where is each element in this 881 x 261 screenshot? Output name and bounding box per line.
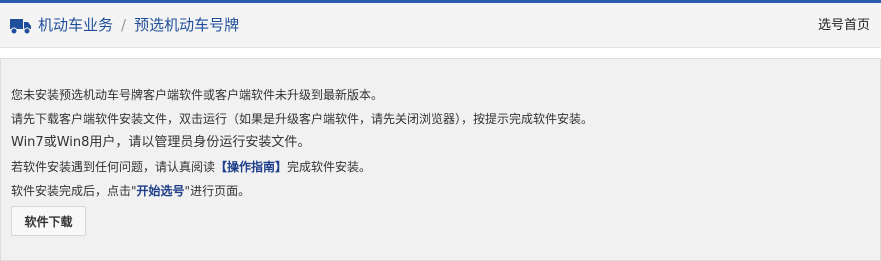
notice-line-5: 软件安装完成后，点击"开始选号"进行页面。 [11,183,250,199]
start-selection-link[interactable]: 开始选号 [137,184,185,198]
notice-line-5-tail: "进行页面。 [184,184,251,198]
page-header: 机动车业务 / 预选机动车号牌 选号首页 [0,3,881,48]
notice-line-1: 您未安装预选机动车号牌客户端软件或客户端软件未升级到最新版本。 [11,88,384,102]
breadcrumb-current: 预选机动车号牌 [134,16,240,34]
software-download-button[interactable]: 软件下载 [11,206,86,236]
notice-line-4-tail: 完成软件安装。 [287,160,372,174]
notice-line-5-text: 软件安装完成后，点击" [11,184,137,198]
breadcrumb-separator: / [121,16,127,34]
truck-icon [10,19,31,35]
home-link[interactable]: 选号首页 [818,17,870,35]
breadcrumb-section[interactable]: 机动车业务 [38,16,113,34]
operation-guide-link[interactable]: 【操作指南】 [215,160,287,174]
notice-line-3: Win7或Win8用户，请以管理员身份运行安装文件。 [11,135,311,150]
notice-line-4-text: 若软件安装遇到任何问题，请认真阅读 [11,160,216,174]
breadcrumb: 机动车业务 / 预选机动车号牌 [38,15,239,35]
notice-line-4: 若软件安装遇到任何问题，请认真阅读【操作指南】完成软件安装。 [11,159,371,175]
notice-line-2: 请先下载客户端软件安装文件，双击运行（如果是升级客户端软件，请先关闭浏览器），按… [11,112,594,126]
install-notice-panel: 您未安装预选机动车号牌客户端软件或客户端软件未升级到最新版本。 请先下载客户端软… [0,58,881,261]
